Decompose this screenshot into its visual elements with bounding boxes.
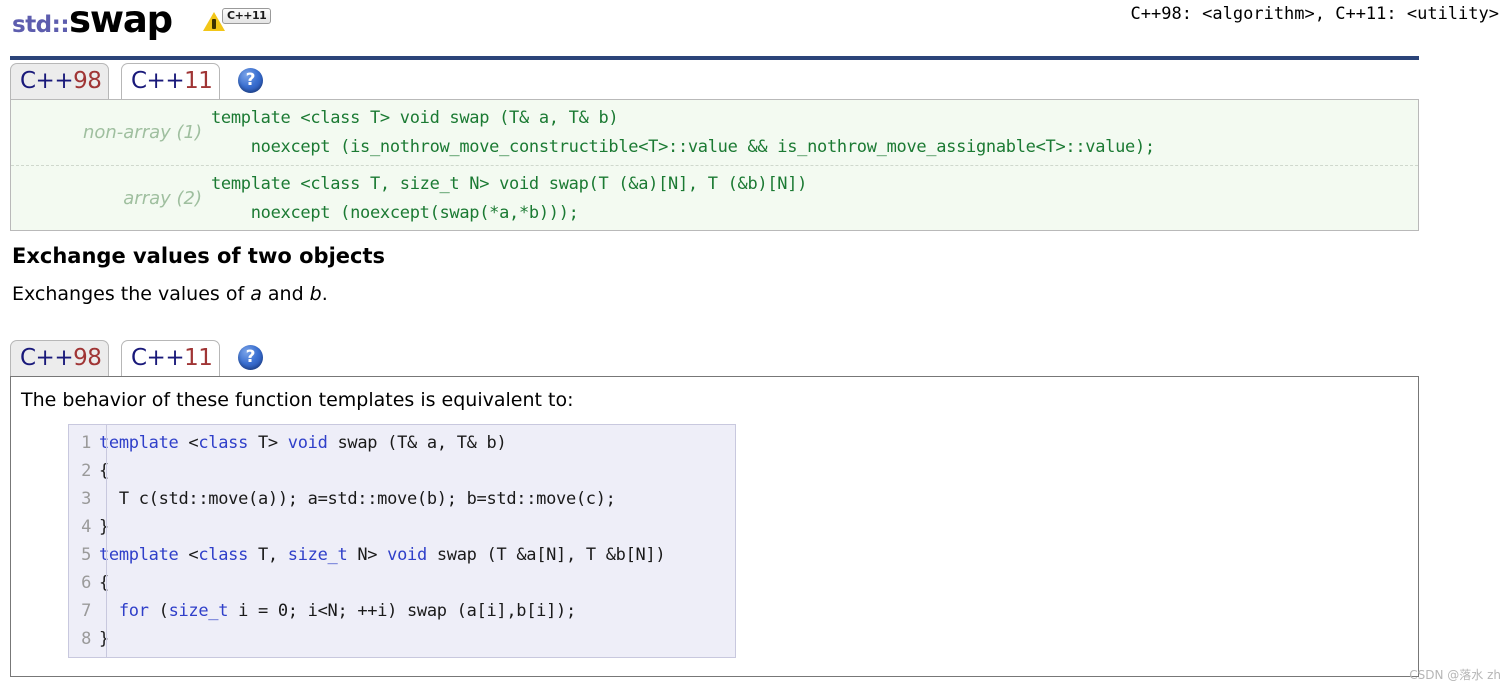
code-lines: 1 template <class T> void swap (T& a, T& … xyxy=(69,429,735,653)
behavior-panel: The behavior of these function templates… xyxy=(10,376,1419,677)
code-line-number: 3 xyxy=(81,489,91,509)
function-name: swap xyxy=(69,0,173,41)
namespace-label: std:: xyxy=(12,12,70,38)
help-icon[interactable]: ? xyxy=(238,345,263,370)
code-line-text: } xyxy=(99,517,109,537)
cpp11-chip-label: C++11 xyxy=(222,8,272,24)
tab-signature-cpp11-prefix: C++ xyxy=(131,68,185,94)
code-line: 7 for (size_t i = 0; i<N; ++i) swap (a[i… xyxy=(69,597,735,625)
header-divider xyxy=(10,56,1419,60)
behavior-tabbar: C++98 C++11 ? xyxy=(10,340,310,380)
signature-row: array (2) template <class T, size_t N> v… xyxy=(11,165,1418,223)
page-header: std::swap C++11 C++98: <algorithm>, C++1… xyxy=(0,0,1509,60)
description-middle: and xyxy=(261,283,310,305)
tab-behavior-cpp11-prefix: C++ xyxy=(131,345,185,371)
code-line: 3 T c(std::move(a)); a=std::move(b); b=s… xyxy=(69,485,735,513)
code-line: 2{ xyxy=(69,457,735,485)
help-icon[interactable]: ? xyxy=(238,68,263,93)
tab-signature-cpp98-suffix: 98 xyxy=(73,68,102,94)
signature-panel: non-array (1) template <class T> void sw… xyxy=(10,99,1419,231)
code-line-number: 2 xyxy=(81,461,91,481)
cpp11-badge: C++11 xyxy=(203,8,272,33)
code-line: 8} xyxy=(69,625,735,653)
code-line-text: T c(std::move(a)); a=std::move(b); b=std… xyxy=(99,489,616,509)
code-block: 1 template <class T> void swap (T& a, T& … xyxy=(68,424,736,658)
code-line-number: 5 xyxy=(81,545,91,565)
signature-row-code: template <class T, size_t N> void swap(T… xyxy=(211,174,808,223)
behavior-intro-text: The behavior of these function templates… xyxy=(21,389,574,411)
page-title: std::swap xyxy=(12,0,173,41)
code-line-number: 6 xyxy=(81,573,91,593)
code-line-text: template <class T> void swap (T& a, T& b… xyxy=(99,433,507,453)
code-line: 1 template <class T> void swap (T& a, T& … xyxy=(69,429,735,457)
tab-behavior-cpp98[interactable]: C++98 xyxy=(10,340,109,376)
code-line: 6{ xyxy=(69,569,735,597)
signature-tabbar: C++98 C++11 ? xyxy=(10,63,310,103)
description-suffix: . xyxy=(321,283,328,305)
code-gutter-divider xyxy=(106,425,107,657)
tab-behavior-cpp11[interactable]: C++11 xyxy=(121,340,220,376)
tab-signature-cpp98-prefix: C++ xyxy=(20,68,74,94)
signature-row-label: non-array (1) xyxy=(82,122,202,143)
description-title: Exchange values of two objects xyxy=(12,244,385,268)
code-line-number: 4 xyxy=(81,517,91,537)
description-var-b: b xyxy=(309,283,322,305)
signature-row: non-array (1) template <class T> void sw… xyxy=(11,100,1418,158)
code-line-text: template <class T, size_t N> void swap (… xyxy=(99,545,666,565)
code-line-text: } xyxy=(99,629,109,649)
signature-row-code: template <class T> void swap (T& a, T& b… xyxy=(211,108,1155,157)
header-include-note: C++98: <algorithm>, C++11: <utility> xyxy=(1130,4,1499,24)
code-line-number: 8 xyxy=(81,629,91,649)
code-line: 5 template <class T, size_t N> void swap … xyxy=(69,541,735,569)
code-line-text: for (size_t i = 0; i<N; ++i) swap (a[i],… xyxy=(118,601,576,621)
code-line-number: 7 xyxy=(81,601,91,621)
description-prefix: Exchanges the values of xyxy=(12,283,251,305)
tab-behavior-cpp98-prefix: C++ xyxy=(20,345,74,371)
description-var-a: a xyxy=(250,283,262,305)
watermark: CSDN @落水 zh xyxy=(1409,668,1501,682)
code-line-text: { xyxy=(99,461,109,481)
tab-behavior-cpp11-suffix: 11 xyxy=(184,345,213,371)
tab-signature-cpp11[interactable]: C++11 xyxy=(121,63,220,99)
tab-signature-cpp11-suffix: 11 xyxy=(184,68,213,94)
description-body: Exchanges the values of a and b. xyxy=(12,283,328,305)
code-line-text: { xyxy=(99,573,109,593)
code-line-number: 1 xyxy=(81,433,91,453)
code-line: 4} xyxy=(69,513,735,541)
tab-signature-cpp98[interactable]: C++98 xyxy=(10,63,109,99)
tab-behavior-cpp98-suffix: 98 xyxy=(73,345,102,371)
signature-row-label: array (2) xyxy=(123,188,202,209)
